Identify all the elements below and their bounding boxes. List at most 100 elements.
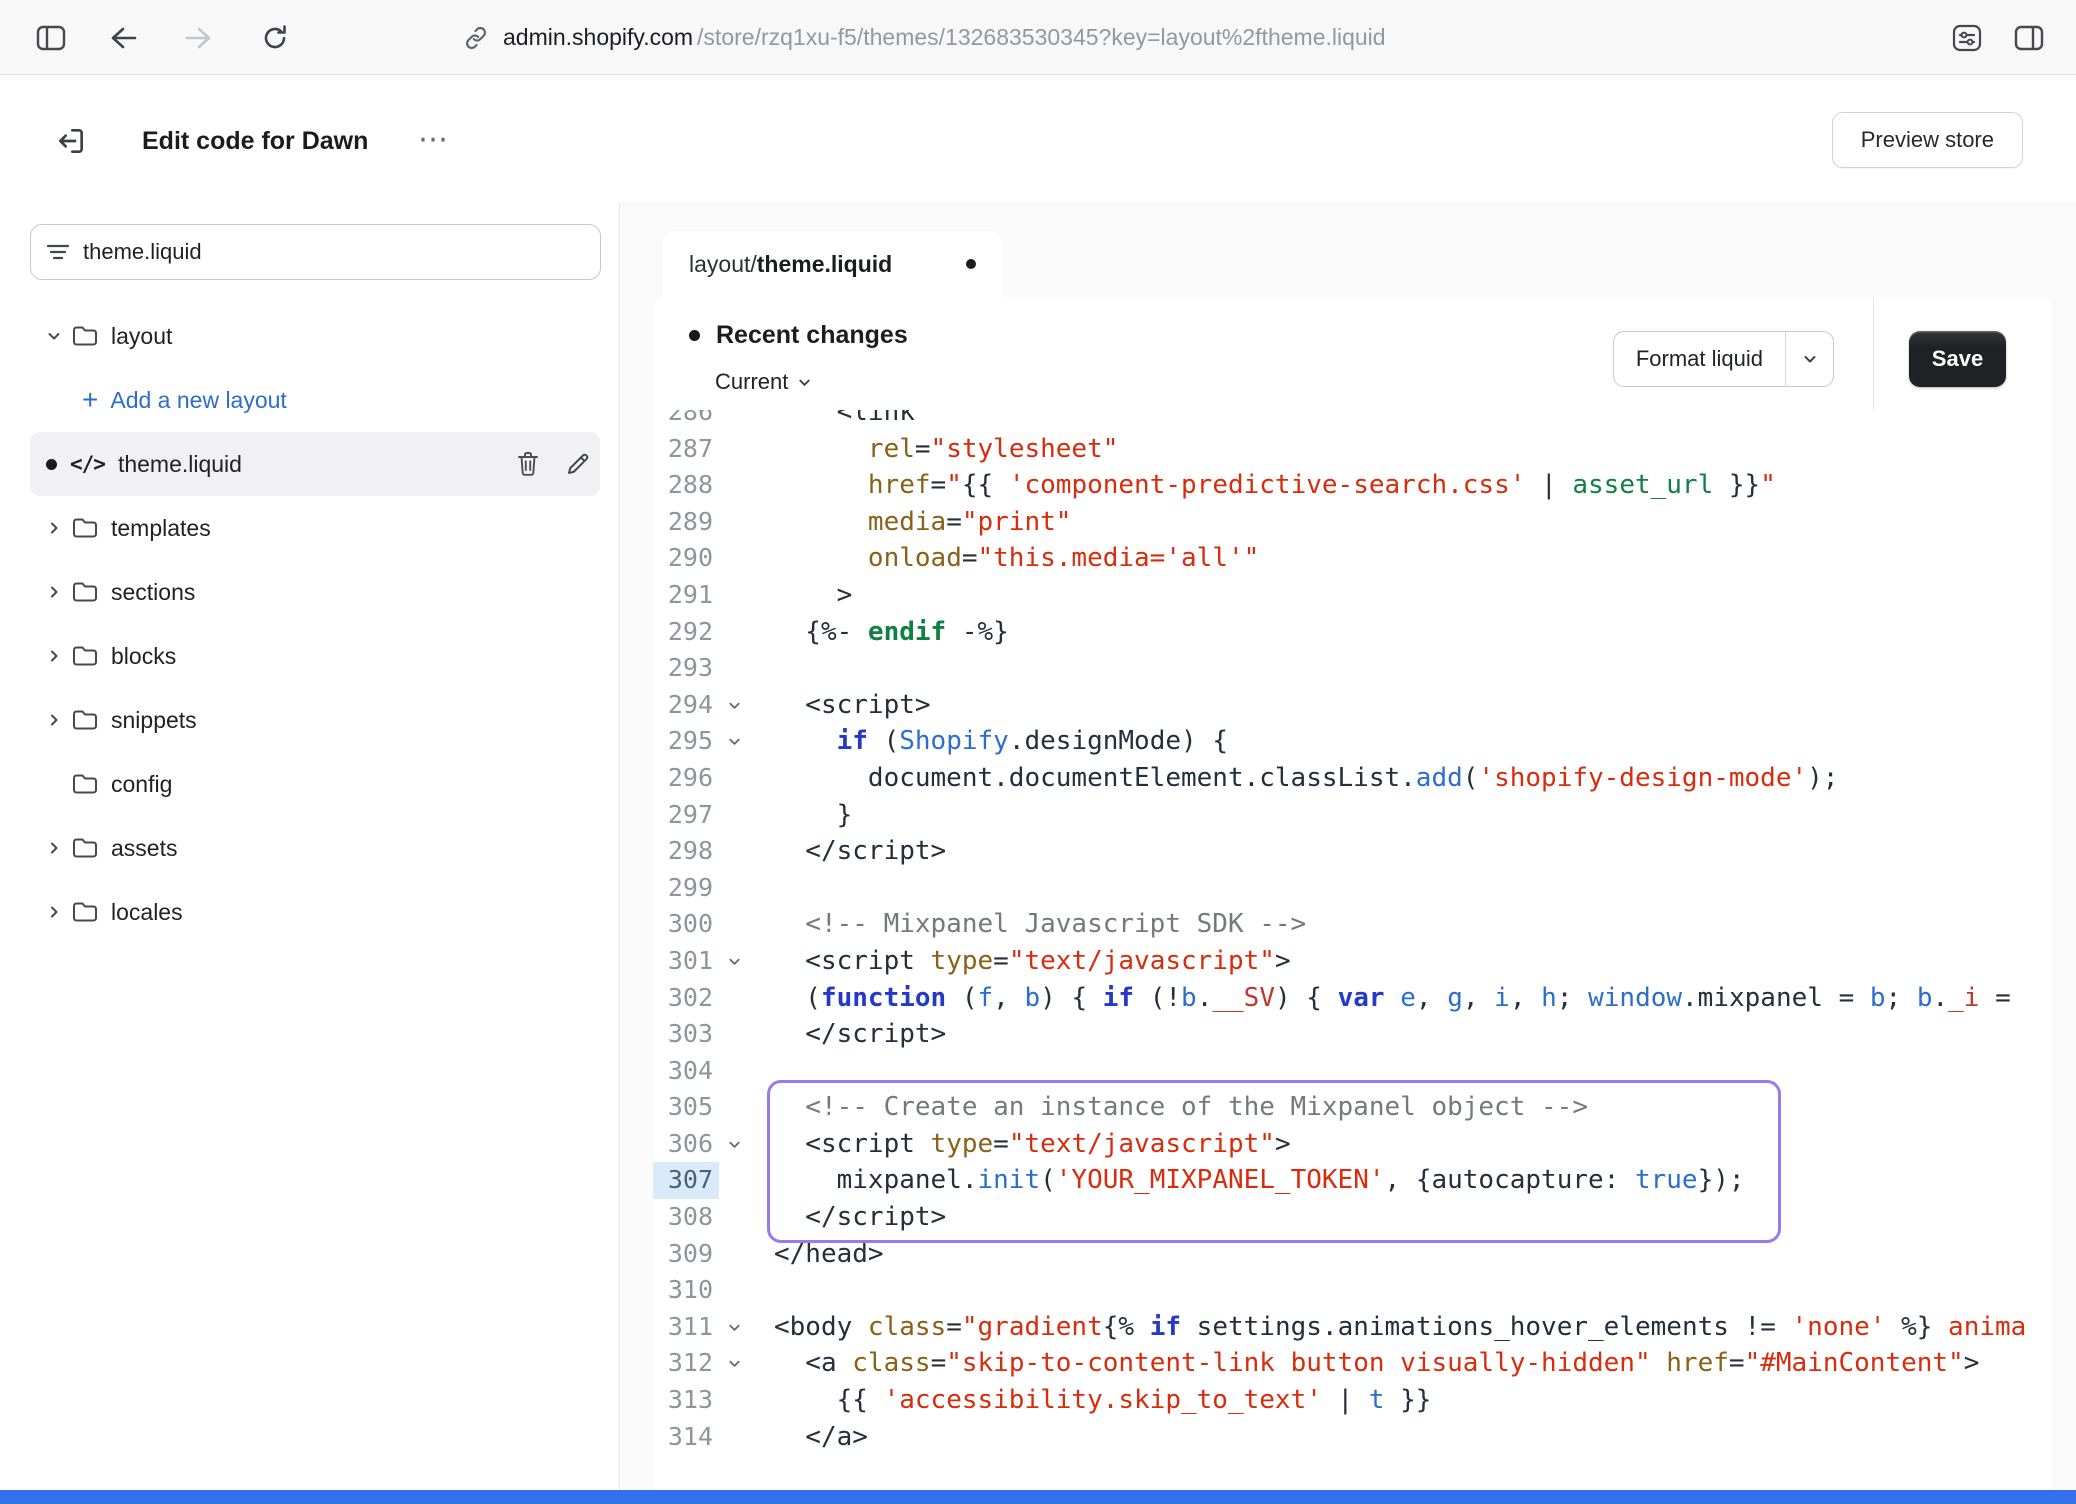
line-number[interactable]: 286: [653, 410, 719, 431]
side-panel-icon[interactable]: [2012, 21, 2046, 55]
code-line[interactable]: 291 >: [653, 577, 2052, 614]
version-dropdown[interactable]: Current: [715, 369, 812, 395]
line-number[interactable]: 296: [653, 760, 719, 797]
line-number[interactable]: 312: [653, 1345, 719, 1382]
code-text[interactable]: href="{{ 'component-predictive-search.cs…: [749, 467, 1776, 504]
search-input[interactable]: [83, 239, 584, 265]
line-number[interactable]: 301: [653, 943, 719, 980]
sidebar-item-snippets[interactable]: snippets: [30, 688, 600, 752]
code-line[interactable]: 312 <a class="skip-to-content-link butto…: [653, 1345, 2052, 1382]
fold-chevron-icon[interactable]: [719, 1320, 749, 1335]
code-line[interactable]: 300 <!-- Mixpanel Javascript SDK -->: [653, 906, 2052, 943]
code-line[interactable]: 310: [653, 1272, 2052, 1309]
code-line[interactable]: 297 }: [653, 797, 2052, 834]
preview-store-button[interactable]: Preview store: [1832, 112, 2023, 168]
fold-chevron-icon[interactable]: [719, 1137, 749, 1152]
code-line[interactable]: 286 <link: [653, 410, 2052, 431]
code-text[interactable]: onload="this.media='all'": [749, 540, 1259, 577]
code-line[interactable]: 293: [653, 650, 2052, 687]
tab-theme-liquid[interactable]: layout/theme.liquid: [663, 231, 1002, 297]
code-line[interactable]: 311 <body class="gradient{% if settings.a…: [653, 1309, 2052, 1346]
line-number[interactable]: 311: [653, 1309, 719, 1346]
code-line[interactable]: 306 <script type="text/javascript">: [653, 1126, 2052, 1163]
code-text[interactable]: <!-- Mixpanel Javascript SDK -->: [749, 906, 1306, 943]
code-text[interactable]: rel="stylesheet": [749, 431, 1118, 468]
code-text[interactable]: media="print": [749, 504, 1071, 541]
code-text[interactable]: {{ 'accessibility.skip_to_text' | t }}: [749, 1382, 1431, 1419]
chevron-right-icon[interactable]: [44, 712, 64, 728]
code-text[interactable]: document.documentElement.classList.add('…: [749, 760, 1838, 797]
code-text[interactable]: </head>: [749, 1236, 884, 1273]
code-line[interactable]: 314 </a>: [653, 1419, 2052, 1456]
address-bar[interactable]: admin.shopify.com/store/rzq1xu-f5/themes…: [463, 0, 1386, 75]
code-line[interactable]: 301 <script type="text/javascript">: [653, 943, 2052, 980]
line-number[interactable]: 302: [653, 980, 719, 1017]
format-liquid-button[interactable]: Format liquid: [1613, 331, 1834, 387]
code-text[interactable]: </a>: [749, 1419, 868, 1456]
code-line[interactable]: 309 </head>: [653, 1236, 2052, 1273]
code-line[interactable]: 290 onload="this.media='all'": [653, 540, 2052, 577]
code-line[interactable]: 308 </script>: [653, 1199, 2052, 1236]
line-number-active[interactable]: 307: [653, 1162, 719, 1199]
line-number[interactable]: 289: [653, 504, 719, 541]
format-liquid-label[interactable]: Format liquid: [1614, 332, 1785, 386]
line-number[interactable]: 295: [653, 723, 719, 760]
code-text[interactable]: <script type="text/javascript">: [749, 1126, 1291, 1163]
code-line[interactable]: 294 <script>: [653, 687, 2052, 724]
code-text[interactable]: </script>: [749, 1199, 946, 1236]
add-new-layout-button[interactable]: + Add a new layout: [30, 368, 600, 432]
trash-icon[interactable]: [516, 451, 540, 477]
chevron-down-icon[interactable]: [44, 328, 64, 344]
line-number[interactable]: 303: [653, 1016, 719, 1053]
code-line[interactable]: 313 {{ 'accessibility.skip_to_text' | t …: [653, 1382, 2052, 1419]
file-search[interactable]: [30, 224, 601, 280]
chevron-right-icon[interactable]: [44, 904, 64, 920]
code-text[interactable]: <!-- Create an instance of the Mixpanel …: [749, 1089, 1588, 1126]
sidebar-item-blocks[interactable]: blocks: [30, 624, 600, 688]
code-text[interactable]: <script>: [749, 687, 931, 724]
code-text[interactable]: <a class="skip-to-content-link button vi…: [749, 1345, 1979, 1382]
back-icon[interactable]: [106, 21, 140, 55]
code-text[interactable]: </script>: [749, 1016, 946, 1053]
code-line[interactable]: 296 document.documentElement.classList.a…: [653, 760, 2052, 797]
line-number[interactable]: 313: [653, 1382, 719, 1419]
line-number[interactable]: 309: [653, 1236, 719, 1273]
fold-chevron-icon[interactable]: [719, 698, 749, 713]
pencil-icon[interactable]: [566, 452, 590, 476]
code-text[interactable]: <script type="text/javascript">: [749, 943, 1291, 980]
sidebar-item-sections[interactable]: sections: [30, 560, 600, 624]
code-line[interactable]: 292 {%- endif -%}: [653, 614, 2052, 651]
code-scroller[interactable]: 286 <link287 rel="stylesheet"288 href="{…: [653, 410, 2052, 1490]
code-line[interactable]: 305 <!-- Create an instance of the Mixpa…: [653, 1089, 2052, 1126]
sidebar-toggle-icon[interactable]: [34, 21, 68, 55]
code-line[interactable]: 288 href="{{ 'component-predictive-searc…: [653, 467, 2052, 504]
code-line[interactable]: 298 </script>: [653, 833, 2052, 870]
code-line[interactable]: 302 (function (f, b) { if (!b.__SV) { va…: [653, 980, 2052, 1017]
chevron-right-icon[interactable]: [44, 840, 64, 856]
line-number[interactable]: 304: [653, 1053, 719, 1090]
line-number[interactable]: 291: [653, 577, 719, 614]
sidebar-item-locales[interactable]: locales: [30, 880, 600, 944]
code-text[interactable]: <link: [749, 410, 915, 431]
save-button[interactable]: Save: [1909, 331, 2006, 387]
sidebar-item-theme-liquid[interactable]: </> theme.liquid: [30, 432, 600, 496]
line-number[interactable]: 306: [653, 1126, 719, 1163]
chevron-right-icon[interactable]: [44, 520, 64, 536]
format-options-toggle[interactable]: [1785, 332, 1833, 386]
code-text[interactable]: if (Shopify.designMode) {: [749, 723, 1228, 760]
exit-icon[interactable]: [52, 122, 90, 160]
code-text[interactable]: <body class="gradient{% if settings.anim…: [749, 1309, 2026, 1346]
chevron-right-icon[interactable]: [44, 648, 64, 664]
line-number[interactable]: 300: [653, 906, 719, 943]
code-line[interactable]: 303 </script>: [653, 1016, 2052, 1053]
code-text[interactable]: mixpanel.init('YOUR_MIXPANEL_TOKEN', {au…: [749, 1162, 1745, 1199]
line-number[interactable]: 305: [653, 1089, 719, 1126]
code-line[interactable]: 287 rel="stylesheet": [653, 431, 2052, 468]
code-line[interactable]: 289 media="print": [653, 504, 2052, 541]
code-text[interactable]: }: [749, 797, 852, 834]
code-text[interactable]: (function (f, b) { if (!b.__SV) { var e,…: [749, 980, 2011, 1017]
more-button[interactable]: ⋯: [410, 116, 458, 163]
line-number[interactable]: 297: [653, 797, 719, 834]
sidebar-item-templates[interactable]: templates: [30, 496, 600, 560]
forward-icon[interactable]: [182, 21, 216, 55]
